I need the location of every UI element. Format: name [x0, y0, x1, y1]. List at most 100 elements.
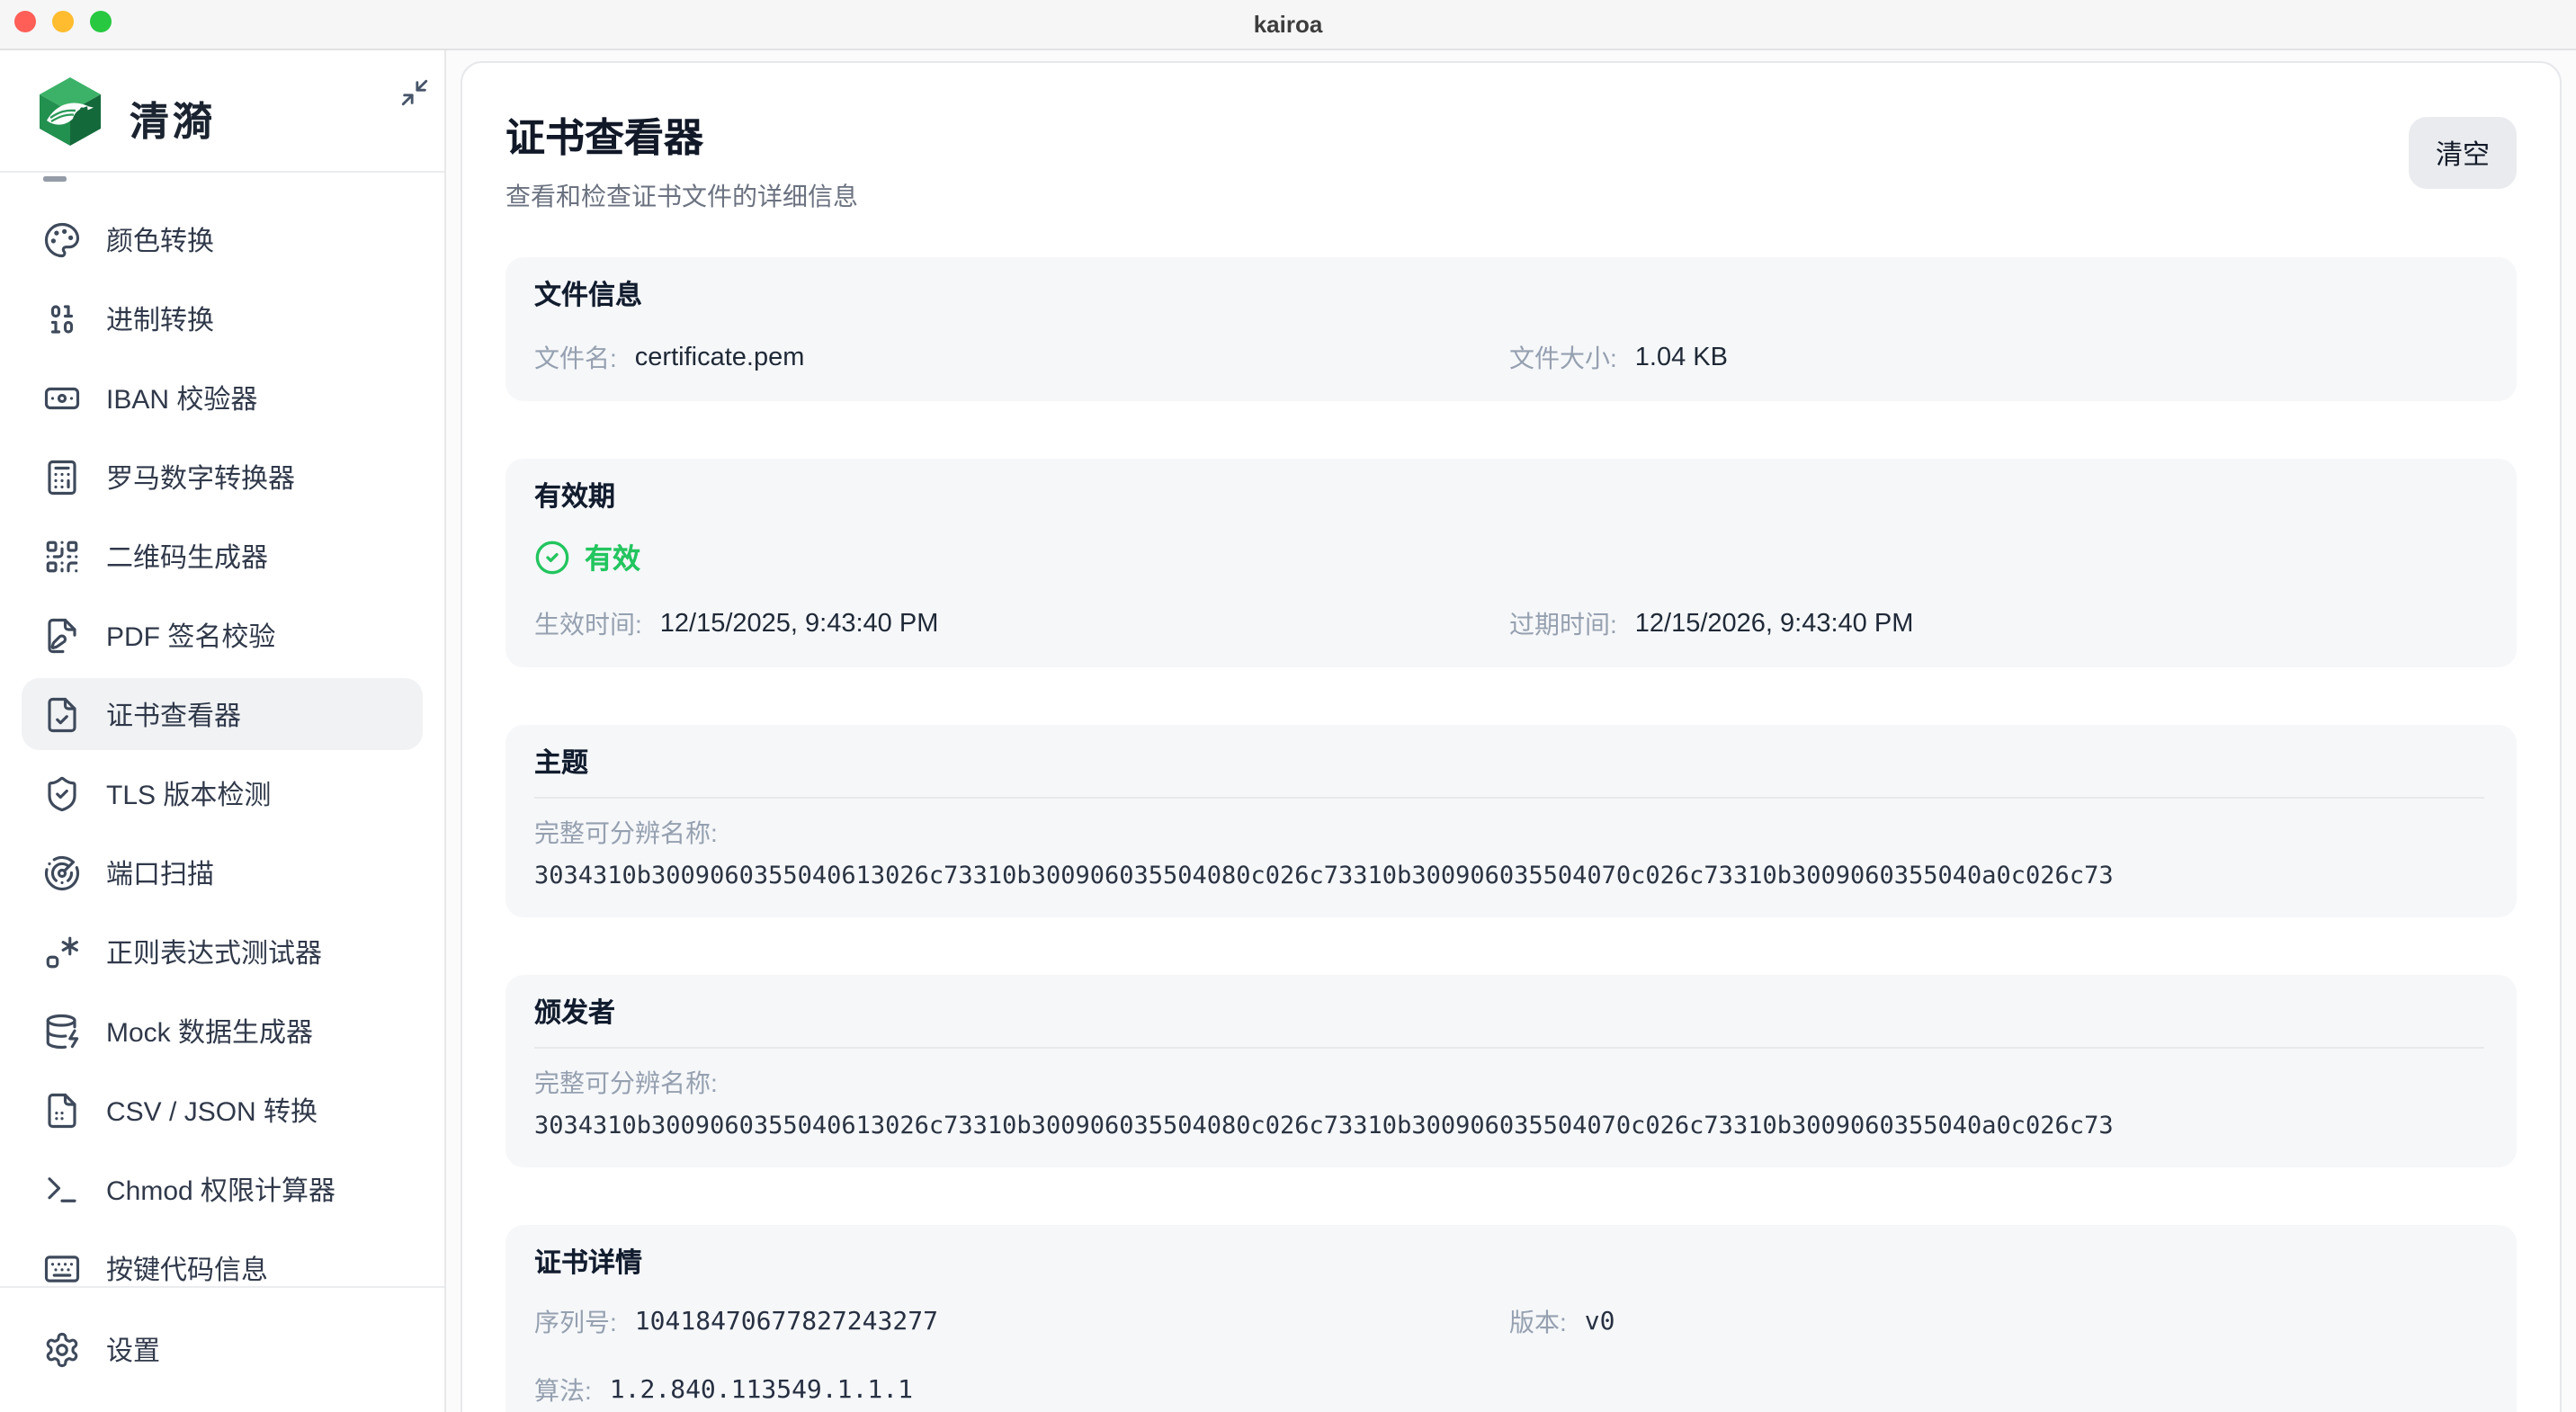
expires-row: 过期时间: 12/15/2026, 9:43:40 PM [1509, 606, 2484, 642]
sidebar-item-label: Mock 数据生成器 [106, 1012, 313, 1050]
sidebar-item-label: 正则表达式测试器 [106, 933, 322, 970]
window-title: kairoa [0, 0, 2576, 50]
sidebar-item-label: 设置 [106, 1330, 160, 1368]
sidebar-item-port-scanner[interactable]: 端口扫描 [22, 836, 423, 908]
field-label: 文件大小: [1509, 340, 1617, 376]
app-logo-icon [34, 76, 106, 147]
sidebar: 清漪 颜色转换 [0, 50, 446, 1412]
issuer-dn-value: 3034310b3009060355040613026c73310b300906… [534, 1110, 2484, 1142]
panel-header: 证书查看器 查看和检查证书文件的详细信息 清空 [505, 113, 2517, 214]
field-label: 算法: [534, 1372, 592, 1408]
sidebar-item-label: CSV / JSON 转换 [106, 1091, 318, 1129]
collapse-sidebar-button[interactable] [394, 72, 434, 112]
card-title: 颁发者 [534, 1000, 2484, 1049]
version-row: 版本: v0 [1509, 1304, 2484, 1340]
field-label: 过期时间: [1509, 606, 1617, 642]
minimize-arrows-icon [398, 76, 429, 107]
terminal-icon [43, 1170, 81, 1208]
field-label: 文件名: [534, 340, 617, 376]
shield-check-icon [43, 774, 81, 812]
palette-icon [43, 220, 81, 258]
sidebar-item-label: Chmod 权限计算器 [106, 1170, 335, 1208]
main-content: 证书查看器 查看和检查证书文件的详细信息 清空 文件信息 文件名: certif… [446, 50, 2576, 1412]
field-value: 1.04 KB [1635, 344, 1728, 372]
field-value: 1.2.840.113549.1.1.1 [610, 1376, 913, 1405]
field-label: 序列号: [534, 1304, 617, 1340]
card-title: 有效期 [534, 484, 2484, 513]
sidebar-item-csv-json-converter[interactable]: CSV / JSON 转换 [22, 1074, 423, 1146]
sidebar-item-label: PDF 签名校验 [106, 616, 275, 654]
field-label: 生效时间: [534, 606, 642, 642]
card-title: 证书详情 [534, 1250, 2484, 1279]
binary-icon [43, 299, 81, 337]
sidebar-item-label: 罗马数字转换器 [106, 458, 295, 496]
radar-icon [43, 853, 81, 891]
sidebar-nav: 颜色转换 进制转换 IBAN 校验器 [0, 174, 444, 1288]
card-title: 主题 [534, 750, 2484, 799]
sidebar-item-label: 二维码生成器 [106, 537, 268, 575]
field-value: 10418470677827243277 [635, 1308, 938, 1336]
file-data-icon [43, 1091, 81, 1129]
issuer-card: 颁发者 完整可分辨名称: 3034310b3009060355040613026… [505, 975, 2517, 1167]
field-value: 12/15/2026, 9:43:40 PM [1635, 610, 1914, 639]
sidebar-item-keycode-info[interactable]: 按键代码信息 [22, 1232, 423, 1288]
serial-number-row: 序列号: 10418470677827243277 [534, 1304, 1509, 1340]
subject-dn-value: 3034310b3009060355040613026c73310b300906… [534, 860, 2484, 892]
valid-from-row: 生效时间: 12/15/2025, 9:43:40 PM [534, 606, 1509, 642]
circle-check-icon [534, 540, 570, 576]
sidebar-item-color-converter[interactable]: 颜色转换 [22, 203, 423, 275]
sidebar-item-label: 端口扫描 [106, 853, 214, 891]
sidebar-item-label: TLS 版本检测 [106, 774, 271, 812]
keyboard-icon [43, 1249, 81, 1287]
dn-label: 完整可分辨名称: [534, 817, 2484, 849]
sidebar-item-label: 证书查看器 [106, 695, 241, 733]
file-name-row: 文件名: certificate.pem [534, 340, 1509, 376]
sidebar-item-mock-data-generator[interactable]: Mock 数据生成器 [22, 995, 423, 1067]
sidebar-item-roman-numeral-converter[interactable]: 罗马数字转换器 [22, 441, 423, 513]
regex-icon [43, 933, 81, 970]
sidebar-item-tls-version-check[interactable]: TLS 版本检测 [22, 757, 423, 829]
file-info-card: 文件信息 文件名: certificate.pem 文件大小: 1.04 KB [505, 257, 2517, 401]
subject-card: 主题 完整可分辨名称: 3034310b3009060355040613026c… [505, 725, 2517, 917]
calculator-icon [43, 458, 81, 496]
sidebar-item-certificate-viewer[interactable]: 证书查看器 [22, 678, 423, 750]
sidebar-item-label: 进制转换 [106, 299, 214, 337]
file-size-row: 文件大小: 1.04 KB [1509, 340, 2484, 376]
scrolled-item-fragment [43, 176, 67, 181]
certificate-details-card: 证书详情 序列号: 10418470677827243277 版本: v0 [505, 1225, 2517, 1412]
sidebar-item-base-converter[interactable]: 进制转换 [22, 282, 423, 354]
algorithm-row: 算法: 1.2.840.113549.1.1.1 [534, 1372, 1509, 1408]
page-subtitle: 查看和检查证书文件的详细信息 [505, 178, 858, 214]
sidebar-item-label: IBAN 校验器 [106, 379, 257, 416]
sidebar-item-settings[interactable]: 设置 [22, 1313, 423, 1385]
sidebar-footer: 设置 [0, 1286, 444, 1412]
validity-status-badge: 有效 [534, 538, 2484, 577]
titlebar: kairoa [0, 0, 2576, 50]
field-value: certificate.pem [635, 344, 805, 372]
page-title: 证书查看器 [505, 113, 858, 164]
file-check-icon [43, 695, 81, 733]
tool-panel: 证书查看器 查看和检查证书文件的详细信息 清空 文件信息 文件名: certif… [461, 61, 2562, 1412]
qr-code-icon [43, 537, 81, 575]
sidebar-item-iban-validator[interactable]: IBAN 校验器 [22, 362, 423, 433]
status-text: 有效 [585, 538, 640, 577]
clear-button[interactable]: 清空 [2409, 117, 2517, 189]
sidebar-item-label: 颜色转换 [106, 220, 214, 258]
field-label: 版本: [1509, 1304, 1567, 1340]
gear-icon [43, 1330, 81, 1368]
file-pen-icon [43, 616, 81, 654]
card-title: 文件信息 [534, 282, 2484, 311]
sidebar-item-pdf-signature-check[interactable]: PDF 签名校验 [22, 599, 423, 671]
banknote-icon [43, 379, 81, 416]
sidebar-header: 清漪 [0, 50, 444, 173]
sidebar-item-chmod-calculator[interactable]: Chmod 权限计算器 [22, 1153, 423, 1225]
app-name: 清漪 [130, 90, 216, 147]
field-value: v0 [1585, 1308, 1615, 1336]
sidebar-item-regex-tester[interactable]: 正则表达式测试器 [22, 916, 423, 988]
database-zap-icon [43, 1012, 81, 1050]
dn-label: 完整可分辨名称: [534, 1067, 2484, 1099]
app-window: kairoa 清漪 [0, 0, 2576, 1412]
sidebar-item-label: 按键代码信息 [106, 1249, 268, 1287]
validity-card: 有效期 有效 生效时间: 12/15/2025, 9:43:40 PM 过期时 [505, 459, 2517, 667]
sidebar-item-qr-generator[interactable]: 二维码生成器 [22, 520, 423, 592]
